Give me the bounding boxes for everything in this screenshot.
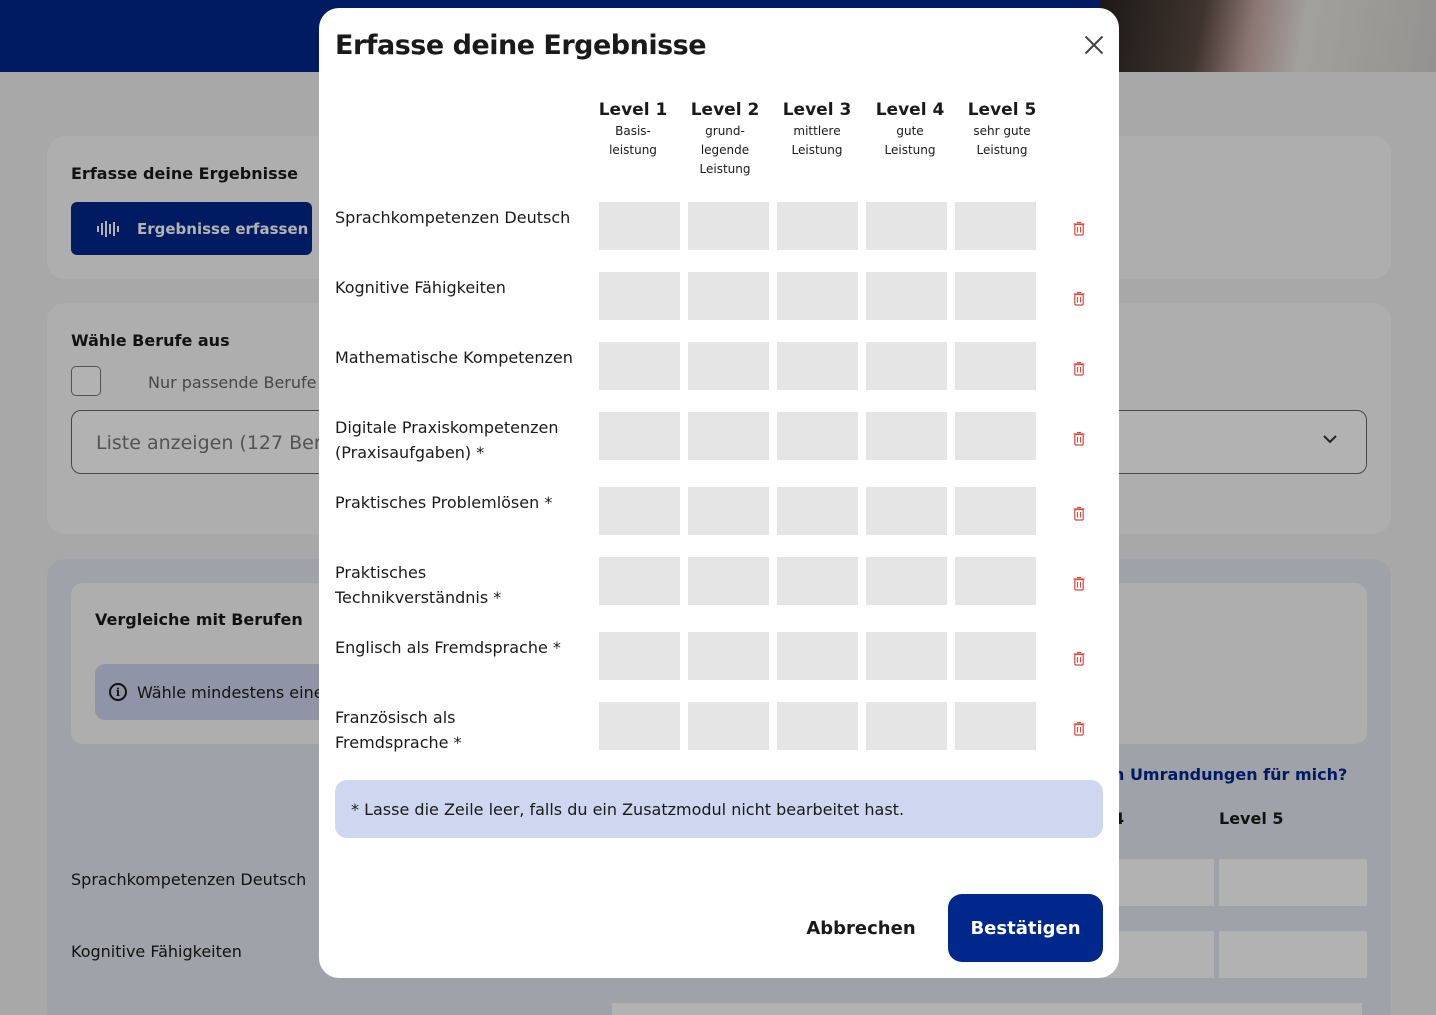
level-cell-row3-level2[interactable]	[688, 342, 769, 390]
level-cell-row5-level1[interactable]	[599, 487, 680, 535]
level-title: Level 3	[782, 100, 852, 120]
level-desc: Basis-	[615, 124, 651, 138]
level-title: Level 1	[598, 100, 668, 120]
level-desc: Leistung	[699, 162, 751, 176]
cancel-button[interactable]: Abbrechen	[797, 894, 925, 962]
level-header-2: Level 2 grund- legende Leistung	[683, 100, 767, 179]
level-title: Level 4	[875, 100, 945, 120]
row-label-englisch: Englisch als Fremdsprache *	[335, 638, 561, 657]
level-desc: grund-	[705, 124, 745, 138]
trash-icon[interactable]	[1073, 506, 1085, 521]
row-label-mathematik: Mathematische Kompetenzen	[335, 348, 573, 367]
level-cell-row2-level5[interactable]	[955, 272, 1036, 320]
level-cell-row1-level5[interactable]	[955, 202, 1036, 250]
level-cell-row1-level1[interactable]	[599, 202, 680, 250]
level-cell-row3-level1[interactable]	[599, 342, 680, 390]
level-header-5: Level 5 sehr gute Leistung	[960, 100, 1044, 160]
level-cell-row6-level1[interactable]	[599, 557, 680, 605]
row-label-problemloesen: Praktisches Problemlösen *	[335, 493, 553, 512]
level-desc: leistung	[609, 143, 657, 157]
level-cell-row2-level1[interactable]	[599, 272, 680, 320]
trash-icon[interactable]	[1073, 651, 1085, 666]
level-desc: legende	[700, 143, 750, 157]
level-cell-row3-level3[interactable]	[777, 342, 858, 390]
level-cell-row1-level3[interactable]	[777, 202, 858, 250]
row-label-franzoesisch: Französisch als Fremdsprache *	[335, 708, 462, 752]
modal-title: Erfasse deine Ergebnisse	[335, 30, 707, 61]
level-desc: gute	[896, 124, 924, 138]
level-cell-row6-level5[interactable]	[955, 557, 1036, 605]
row-label-digitale: Digitale Praxiskompetenzen (Praxisaufgabe…	[335, 418, 559, 462]
level-cell-row1-level4[interactable]	[866, 202, 947, 250]
trash-icon[interactable]	[1073, 221, 1085, 236]
level-cell-row2-level4[interactable]	[866, 272, 947, 320]
level-cell-row5-level4[interactable]	[866, 487, 947, 535]
close-icon[interactable]	[1081, 32, 1107, 58]
confirm-button[interactable]: Bestätigen	[948, 894, 1103, 962]
trash-icon[interactable]	[1073, 431, 1085, 446]
level-cell-row4-level4[interactable]	[866, 412, 947, 460]
level-desc: mittlere	[793, 124, 841, 138]
level-cell-row7-level4[interactable]	[866, 632, 947, 680]
level-cell-row5-level5[interactable]	[955, 487, 1036, 535]
level-title: Level 2	[690, 100, 760, 120]
level-cell-row7-level2[interactable]	[688, 632, 769, 680]
level-desc: Leistung	[976, 143, 1028, 157]
level-cell-row3-level5[interactable]	[955, 342, 1036, 390]
level-desc: Leistung	[884, 143, 936, 157]
level-desc: Leistung	[791, 143, 843, 157]
level-cell-row5-level2[interactable]	[688, 487, 769, 535]
optional-module-note: * Lasse die Zeile leer, falls du ein Zus…	[335, 780, 1103, 838]
level-cell-row4-level3[interactable]	[777, 412, 858, 460]
level-header-1: Level 1 Basis- leistung	[591, 100, 675, 160]
level-cell-row8-level5[interactable]	[955, 702, 1036, 750]
level-cell-row6-level3[interactable]	[777, 557, 858, 605]
level-header-3: Level 3 mittlere Leistung	[775, 100, 859, 160]
trash-icon[interactable]	[1073, 576, 1085, 591]
level-cell-row7-level3[interactable]	[777, 632, 858, 680]
level-cell-row4-level2[interactable]	[688, 412, 769, 460]
level-cell-row2-level2[interactable]	[688, 272, 769, 320]
level-desc: sehr gute	[973, 124, 1031, 138]
level-cell-row8-level4[interactable]	[866, 702, 947, 750]
row-label-technik: Praktisches Technikverständnis *	[335, 563, 502, 607]
level-cell-row8-level2[interactable]	[688, 702, 769, 750]
row-label-sprachkompetenzen: Sprachkompetenzen Deutsch	[335, 208, 571, 227]
level-cell-row2-level3[interactable]	[777, 272, 858, 320]
level-cell-row5-level3[interactable]	[777, 487, 858, 535]
level-cell-row6-level2[interactable]	[688, 557, 769, 605]
level-cell-row7-level5[interactable]	[955, 632, 1036, 680]
level-cell-row8-level3[interactable]	[777, 702, 858, 750]
level-cell-row1-level2[interactable]	[688, 202, 769, 250]
level-cell-row3-level4[interactable]	[866, 342, 947, 390]
trash-icon[interactable]	[1073, 361, 1085, 376]
level-cell-row4-level5[interactable]	[955, 412, 1036, 460]
level-cell-row7-level1[interactable]	[599, 632, 680, 680]
trash-icon[interactable]	[1073, 291, 1085, 306]
level-header-4: Level 4 gute Leistung	[868, 100, 952, 160]
trash-icon[interactable]	[1073, 721, 1085, 736]
row-label-kognitive: Kognitive Fähigkeiten	[335, 278, 506, 297]
level-cell-row8-level1[interactable]	[599, 702, 680, 750]
level-cell-row4-level1[interactable]	[599, 412, 680, 460]
level-title: Level 5	[967, 100, 1037, 120]
level-cell-row6-level4[interactable]	[866, 557, 947, 605]
results-modal: Erfasse deine Ergebnisse Level 1 Basis- …	[319, 8, 1119, 978]
